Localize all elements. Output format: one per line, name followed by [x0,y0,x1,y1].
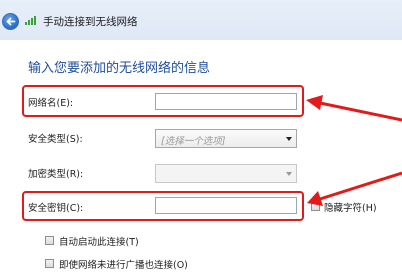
back-arrow-icon [6,17,16,26]
auto-start-checkbox[interactable] [45,236,54,245]
back-button[interactable] [2,13,19,30]
page-heading: 输入您要添加的无线网络的信息 [28,61,211,76]
security-type-label: 安全类型(S): [28,134,83,145]
title-bar: 手动连接到无线网络 [0,0,402,40]
security-type-selected: [选择一个选项] [161,136,226,147]
encryption-type-label: 加密类型(R): [28,169,84,180]
wireless-signal-icon [25,16,36,25]
annotation-arrow-network-name [306,95,402,122]
hide-characters-label[interactable]: 隐藏字符(H) [324,200,377,214]
chevron-down-icon [286,172,292,176]
security-type-select[interactable]: [选择一个选项] [155,129,297,148]
connect-hidden-network-label[interactable]: 即使网络未进行广播也连接(O) [59,257,188,271]
network-name-input[interactable] [155,93,297,110]
chevron-down-icon [286,137,292,141]
security-key-input[interactable] [155,197,297,214]
window-title: 手动连接到无线网络 [43,16,138,28]
encryption-type-select[interactable] [155,164,297,183]
hide-characters-checkbox[interactable] [311,202,320,211]
connect-hidden-network-checkbox[interactable] [45,259,54,268]
network-name-label: 网络名(E): [28,98,74,109]
auto-start-label[interactable]: 自动启动此连接(T) [59,234,139,248]
security-key-label: 安全密钥(C): [28,203,84,214]
